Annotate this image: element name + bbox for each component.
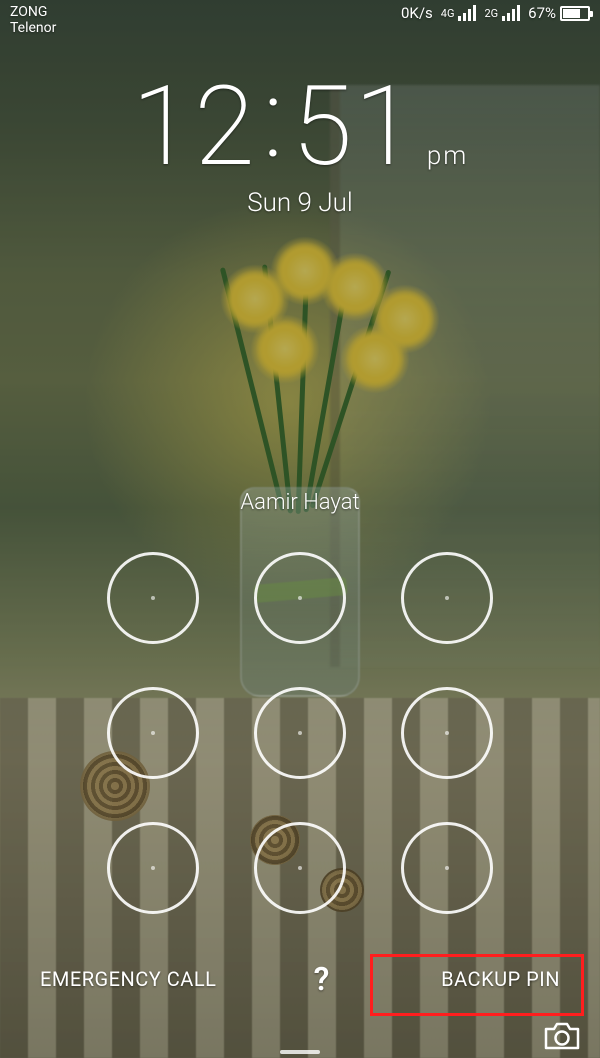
backup-pin-button[interactable]: BACKUP PIN: [427, 961, 574, 997]
clock-colon: :: [257, 64, 292, 174]
battery-percent: 67%: [528, 4, 556, 22]
emergency-call-button[interactable]: EMERGENCY CALL: [40, 967, 216, 991]
pattern-dot-2[interactable]: [254, 552, 346, 644]
clock-area: 12 : 51 pm Sun 9 Jul: [0, 72, 600, 218]
pattern-dot-5[interactable]: [254, 687, 346, 779]
clock-minutes: 51: [292, 72, 417, 182]
carrier-1: ZONG: [10, 4, 56, 20]
signal-sim2: 2G: [484, 5, 520, 21]
status-bar: ZONG Telenor 0K/s 4G 2G 67%: [0, 0, 600, 40]
pattern-lock-grid[interactable]: [80, 530, 520, 935]
pattern-dot-4[interactable]: [107, 687, 199, 779]
network-type-1: 4G: [441, 8, 455, 19]
pattern-dot-6[interactable]: [401, 687, 493, 779]
clock-date: Sun 9 Jul: [0, 188, 600, 218]
pattern-dot-8[interactable]: [254, 822, 346, 914]
camera-icon: [542, 1020, 582, 1052]
swipe-up-handle[interactable]: [280, 1050, 320, 1054]
camera-shortcut[interactable]: [542, 1020, 582, 1052]
owner-name: Aamir Hayat: [0, 490, 600, 515]
pattern-dot-1[interactable]: [107, 552, 199, 644]
signal-bars-icon: [458, 5, 476, 21]
pattern-dot-7[interactable]: [107, 822, 199, 914]
help-button[interactable]: ?: [314, 960, 330, 998]
data-speed: 0K/s: [401, 4, 433, 22]
battery-icon: [560, 6, 590, 21]
battery-indicator: 67%: [528, 4, 590, 22]
clock-hours: 12: [132, 72, 257, 182]
pattern-dot-3[interactable]: [401, 552, 493, 644]
clock-ampm: pm: [427, 143, 468, 169]
signal-sim1: 4G: [441, 5, 477, 21]
clock-time: 12 : 51 pm: [132, 72, 469, 182]
pattern-dot-9[interactable]: [401, 822, 493, 914]
signal-bars-icon: [502, 5, 520, 21]
lock-screen: ZONG Telenor 0K/s 4G 2G 67% 12 : 51 pm: [0, 0, 600, 1058]
carrier-2: Telenor: [10, 20, 56, 36]
network-type-2: 2G: [484, 8, 498, 19]
bottom-action-row: EMERGENCY CALL ? BACKUP PIN: [0, 955, 600, 1003]
